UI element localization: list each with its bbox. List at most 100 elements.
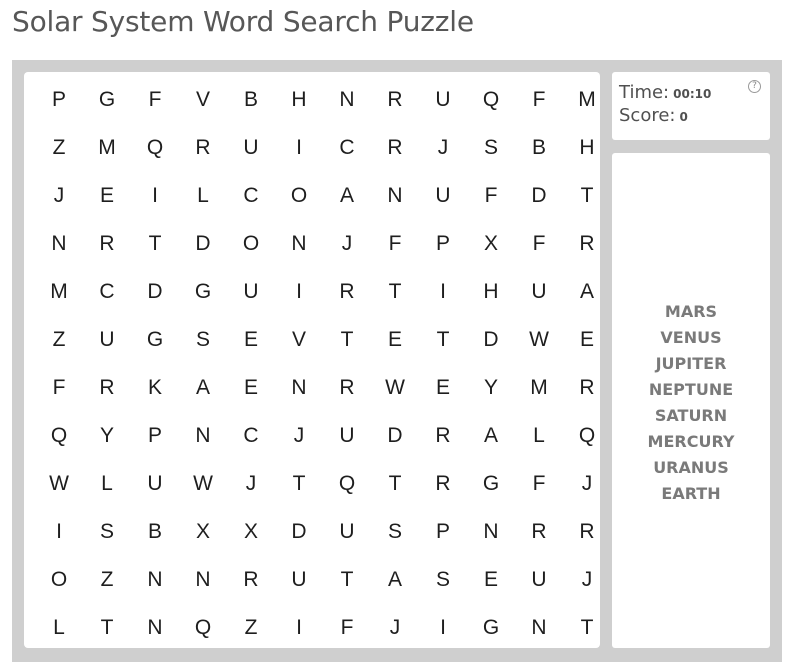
grid-cell[interactable]: F [35,364,83,412]
grid-cell[interactable]: T [419,316,467,364]
grid-cell[interactable]: N [131,604,179,652]
grid-cell[interactable]: P [35,76,83,124]
grid-cell[interactable]: G [467,460,515,508]
grid-cell[interactable]: Q [563,412,611,460]
grid-cell[interactable]: T [275,460,323,508]
grid-cell[interactable]: D [371,412,419,460]
grid-cell[interactable]: V [179,76,227,124]
grid-cell[interactable]: U [323,508,371,556]
grid-cell[interactable]: U [323,412,371,460]
grid-cell[interactable]: X [227,508,275,556]
grid-cell[interactable]: I [419,604,467,652]
grid-cell[interactable]: R [323,364,371,412]
grid-cell[interactable]: F [323,604,371,652]
grid-cell[interactable]: Q [467,76,515,124]
grid-cell[interactable]: K [131,364,179,412]
grid-cell[interactable]: M [515,364,563,412]
grid-cell[interactable]: J [563,460,611,508]
grid-cell[interactable]: R [323,268,371,316]
grid-cell[interactable]: I [35,508,83,556]
grid-cell[interactable]: Q [179,604,227,652]
grid-cell[interactable]: Y [83,412,131,460]
grid-cell[interactable]: E [563,316,611,364]
grid-cell[interactable]: J [371,604,419,652]
grid-cell[interactable]: I [419,268,467,316]
grid-cell[interactable]: Q [35,412,83,460]
grid-cell[interactable]: N [515,604,563,652]
grid-cell[interactable]: B [131,508,179,556]
grid-cell[interactable]: F [131,76,179,124]
grid-cell[interactable]: T [323,316,371,364]
grid-cell[interactable]: E [227,364,275,412]
grid-cell[interactable]: R [419,412,467,460]
grid-cell[interactable]: T [323,556,371,604]
grid-cell[interactable]: M [35,268,83,316]
grid-cell[interactable]: R [563,220,611,268]
grid-cell[interactable]: F [371,220,419,268]
grid-cell[interactable]: D [131,268,179,316]
grid-cell[interactable]: P [131,412,179,460]
grid-cell[interactable]: U [419,76,467,124]
grid-cell[interactable]: W [35,460,83,508]
grid-cell[interactable]: U [227,124,275,172]
grid-cell[interactable]: U [227,268,275,316]
grid-cell[interactable]: J [227,460,275,508]
grid-cell[interactable]: E [83,172,131,220]
grid-cell[interactable]: N [467,508,515,556]
grid-cell[interactable]: R [371,76,419,124]
grid-cell[interactable]: A [467,412,515,460]
grid-cell[interactable]: L [179,172,227,220]
grid-cell[interactable]: P [419,508,467,556]
grid-cell[interactable]: F [515,460,563,508]
grid-cell[interactable]: X [467,220,515,268]
grid-cell[interactable]: Z [35,124,83,172]
grid-cell[interactable]: U [419,172,467,220]
grid-cell[interactable]: N [323,76,371,124]
grid-cell[interactable]: T [371,460,419,508]
grid-cell[interactable]: M [563,76,611,124]
grid-cell[interactable]: A [563,268,611,316]
grid-cell[interactable]: Q [131,124,179,172]
grid-cell[interactable]: J [35,172,83,220]
grid-cell[interactable]: G [467,604,515,652]
grid-cell[interactable]: O [227,220,275,268]
grid-cell[interactable]: T [563,172,611,220]
grid-cell[interactable]: I [275,268,323,316]
grid-cell[interactable]: I [275,604,323,652]
grid-cell[interactable]: G [179,268,227,316]
grid-cell[interactable]: N [131,556,179,604]
grid-cell[interactable]: F [515,76,563,124]
grid-cell[interactable]: N [371,172,419,220]
grid-cell[interactable]: D [275,508,323,556]
grid-cell[interactable]: T [131,220,179,268]
grid-cell[interactable]: Q [323,460,371,508]
grid-cell[interactable]: U [131,460,179,508]
grid-cell[interactable]: A [371,556,419,604]
grid-cell[interactable]: R [179,124,227,172]
grid-cell[interactable]: C [323,124,371,172]
grid-cell[interactable]: W [371,364,419,412]
grid-cell[interactable]: C [83,268,131,316]
grid-cell[interactable]: Z [227,604,275,652]
grid-cell[interactable]: S [179,316,227,364]
grid-cell[interactable]: R [83,364,131,412]
grid-cell[interactable]: B [227,76,275,124]
grid-cell[interactable]: T [83,604,131,652]
grid-cell[interactable]: V [275,316,323,364]
grid-cell[interactable]: B [515,124,563,172]
grid-cell[interactable]: N [275,220,323,268]
grid-cell[interactable]: E [419,364,467,412]
grid-cell[interactable]: T [563,604,611,652]
grid-cell[interactable]: A [323,172,371,220]
grid-cell[interactable]: D [179,220,227,268]
grid-cell[interactable]: S [83,508,131,556]
grid-cell[interactable]: J [323,220,371,268]
grid-cell[interactable]: R [371,124,419,172]
grid-cell[interactable]: N [35,220,83,268]
grid-cell[interactable]: R [515,508,563,556]
grid-cell[interactable]: L [515,412,563,460]
grid-cell[interactable]: C [227,412,275,460]
help-icon[interactable]: ? [748,80,761,93]
grid-cell[interactable]: S [371,508,419,556]
grid-cell[interactable]: I [275,124,323,172]
